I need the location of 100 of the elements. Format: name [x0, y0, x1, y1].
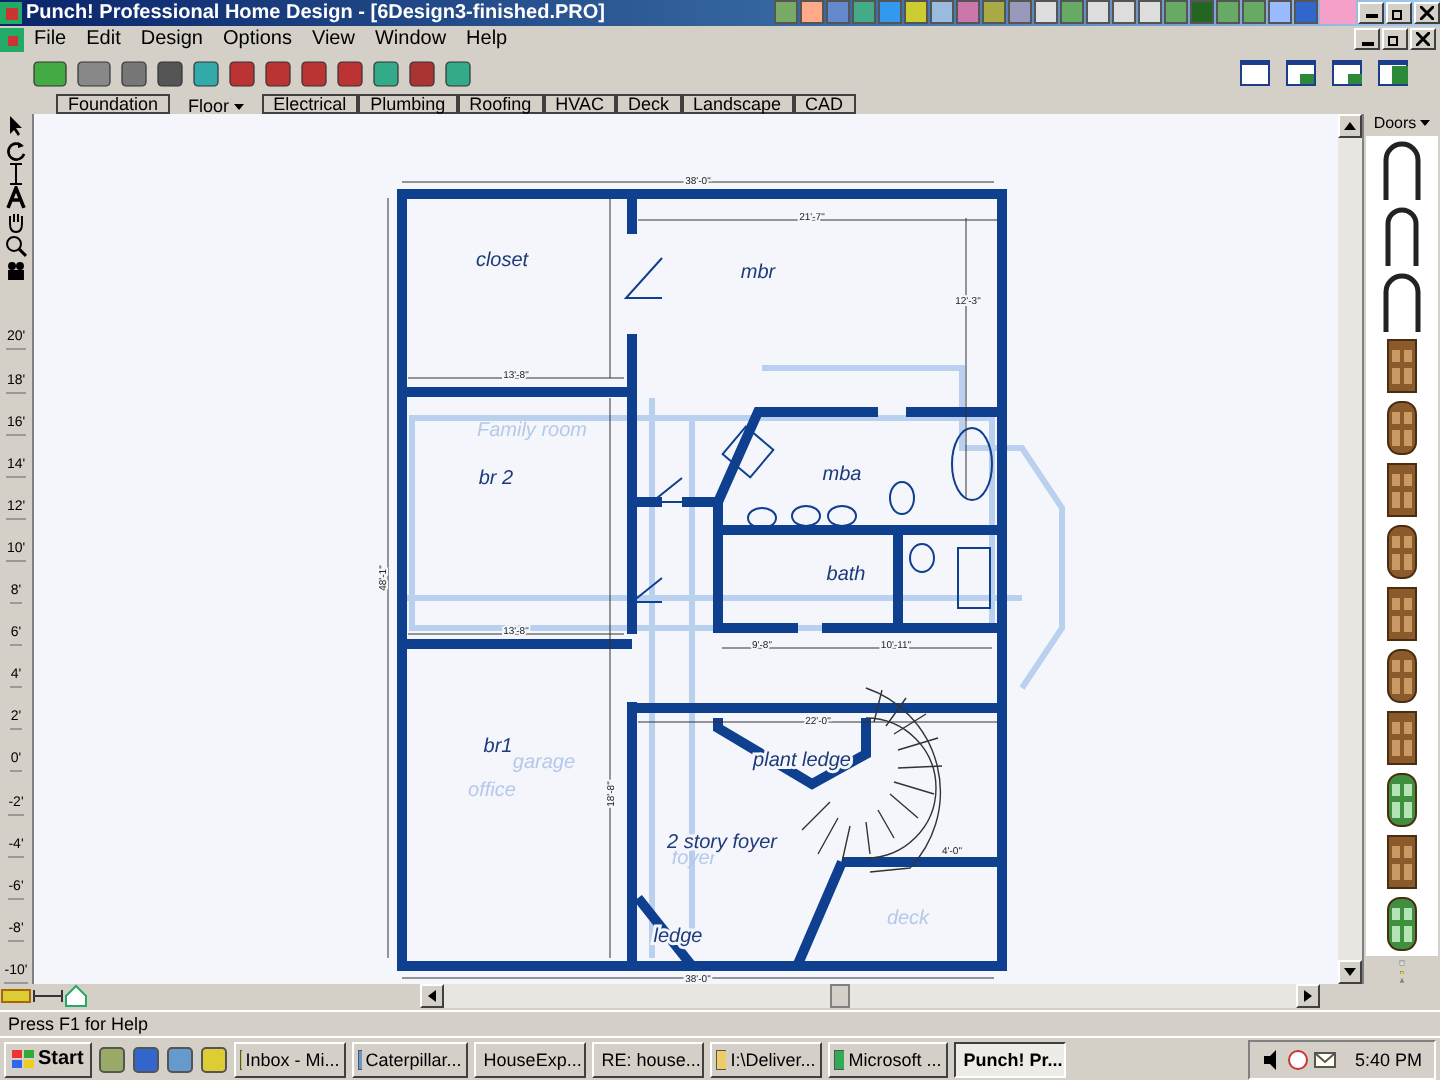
- tool-icon[interactable]: [32, 57, 68, 88]
- close-button[interactable]: [1410, 28, 1436, 51]
- tool-icon[interactable]: [300, 57, 328, 88]
- quick-launch-icon[interactable]: [131, 1045, 160, 1074]
- scroll-down-button[interactable]: [1338, 959, 1362, 984]
- shortcut-icon[interactable]: [1294, 0, 1318, 25]
- shortcut-icon[interactable]: [852, 0, 876, 25]
- tool-icon[interactable]: [192, 57, 220, 88]
- tool-icon[interactable]: [336, 57, 364, 88]
- view-layout-icon[interactable]: [1240, 59, 1270, 86]
- tool-icon[interactable]: [372, 57, 400, 88]
- tab[interactable]: HVAC: [543, 93, 616, 114]
- horizontal-scrollbar[interactable]: [420, 984, 1320, 1009]
- scroll-left-button[interactable]: [420, 984, 444, 1009]
- shortcut-icon[interactable]: [878, 0, 902, 25]
- shortcut-icon[interactable]: [1112, 0, 1136, 25]
- menu-item[interactable]: Help: [456, 28, 518, 51]
- taskbar-button[interactable]: Microsoft ...: [827, 1041, 948, 1078]
- start-button[interactable]: Start: [4, 1041, 92, 1078]
- tab[interactable]: Deck: [615, 93, 681, 114]
- quick-launch-icon[interactable]: [165, 1045, 194, 1074]
- menu-item[interactable]: View: [301, 28, 365, 51]
- tab[interactable]: Electrical: [261, 93, 359, 114]
- zoom-icon[interactable]: [4, 233, 28, 258]
- taskbar-button[interactable]: Inbox - Mi...: [233, 1041, 346, 1078]
- document-icon: [0, 27, 24, 52]
- arched-doorway-icon[interactable]: [1380, 139, 1424, 200]
- close-button[interactable]: [1414, 1, 1440, 24]
- scroll-thumb[interactable]: [830, 984, 850, 1009]
- menu-item[interactable]: Design: [130, 28, 213, 51]
- library-dropdown[interactable]: Doors: [1369, 113, 1435, 132]
- shortcut-icon[interactable]: [1190, 0, 1214, 25]
- tool-icon[interactable]: [264, 57, 292, 88]
- tool-icon[interactable]: [156, 57, 184, 88]
- taskbar-button[interactable]: Caterpillar...: [351, 1041, 468, 1078]
- shortcut-icon[interactable]: [1008, 0, 1032, 25]
- restore-button[interactable]: [1382, 28, 1408, 51]
- tab[interactable]: Landscape: [681, 93, 794, 114]
- envelope-icon[interactable]: [1314, 1049, 1337, 1070]
- vertical-scrollbar[interactable]: [1338, 113, 1362, 984]
- arched-doorway-icon[interactable]: [1380, 205, 1424, 266]
- shortcut-icon[interactable]: [1034, 0, 1058, 25]
- door-icon[interactable]: [1386, 647, 1418, 704]
- door-icon[interactable]: [1386, 399, 1418, 456]
- view-layout-icon[interactable]: [1332, 59, 1362, 86]
- scroll-up-button[interactable]: [1338, 113, 1362, 138]
- menu-item[interactable]: Options: [213, 28, 302, 51]
- door-icon[interactable]: [1386, 585, 1418, 642]
- pointer-icon[interactable]: [4, 113, 28, 138]
- shortcut-icon[interactable]: [1242, 0, 1266, 25]
- door-icon[interactable]: [1386, 833, 1418, 890]
- tool-icon[interactable]: [76, 57, 112, 88]
- door-icon[interactable]: [1386, 337, 1418, 394]
- dimension-tool-icon[interactable]: [4, 161, 28, 186]
- door-icon[interactable]: [1386, 709, 1418, 766]
- ruler-tool-icon[interactable]: [32, 986, 64, 1007]
- menu-item[interactable]: Edit: [76, 28, 131, 51]
- door-icon[interactable]: [1386, 523, 1418, 580]
- taskbar-button[interactable]: RE: house...: [591, 1041, 704, 1078]
- menu-item[interactable]: Window: [364, 28, 457, 51]
- tab[interactable]: Roofing: [457, 93, 544, 114]
- shortcut-icon[interactable]: [1268, 0, 1292, 25]
- shortcut-icon[interactable]: [1138, 0, 1162, 25]
- scroll-right-button[interactable]: [1296, 984, 1320, 1009]
- view-layout-icon[interactable]: [1378, 59, 1408, 86]
- hand-icon[interactable]: [4, 209, 28, 234]
- shortcut-icon[interactable]: [930, 0, 954, 25]
- shortcut-icon[interactable]: [982, 0, 1006, 25]
- tab[interactable]: Foundation: [56, 93, 171, 114]
- shortcut-icon[interactable]: [1086, 0, 1110, 25]
- view-layout-icon[interactable]: [1286, 59, 1316, 86]
- quick-launch-icon[interactable]: [97, 1045, 126, 1074]
- minimize-button[interactable]: [1358, 1, 1384, 24]
- rotate-icon[interactable]: [4, 137, 28, 162]
- tool-icon[interactable]: [408, 57, 436, 88]
- arched-doorway-icon[interactable]: [1380, 271, 1424, 332]
- shortcut-icon[interactable]: [800, 0, 824, 25]
- tab[interactable]: Plumbing: [358, 93, 458, 114]
- door-icon[interactable]: [1386, 461, 1418, 518]
- menu-item[interactable]: File: [24, 28, 77, 51]
- restore-button[interactable]: [1386, 1, 1412, 24]
- clock-app-icon[interactable]: [1288, 1049, 1309, 1070]
- taskbar-button[interactable]: HouseExp...: [473, 1041, 586, 1078]
- door-icon[interactable]: [1386, 771, 1418, 828]
- text-tool-icon[interactable]: [4, 185, 28, 210]
- door-icon[interactable]: [1386, 895, 1418, 952]
- tool-icon[interactable]: [444, 57, 472, 88]
- shortcut-icon[interactable]: [1216, 0, 1240, 25]
- people-icon[interactable]: [4, 257, 28, 281]
- tab[interactable]: CAD: [793, 93, 856, 114]
- shortcut-icon[interactable]: [1164, 0, 1188, 25]
- minimize-button[interactable]: [1354, 28, 1380, 51]
- shortcut-icon[interactable]: [774, 0, 798, 25]
- shortcut-icon[interactable]: [1060, 0, 1084, 25]
- quick-launch-icon[interactable]: [199, 1045, 228, 1074]
- taskbar-button[interactable]: Punch! Pr...: [953, 1041, 1066, 1078]
- shortcut-icon[interactable]: [904, 0, 928, 25]
- tool-icon[interactable]: [228, 57, 256, 88]
- tool-icon[interactable]: [120, 57, 148, 88]
- taskbar-button[interactable]: I:\Deliver...: [709, 1041, 822, 1078]
